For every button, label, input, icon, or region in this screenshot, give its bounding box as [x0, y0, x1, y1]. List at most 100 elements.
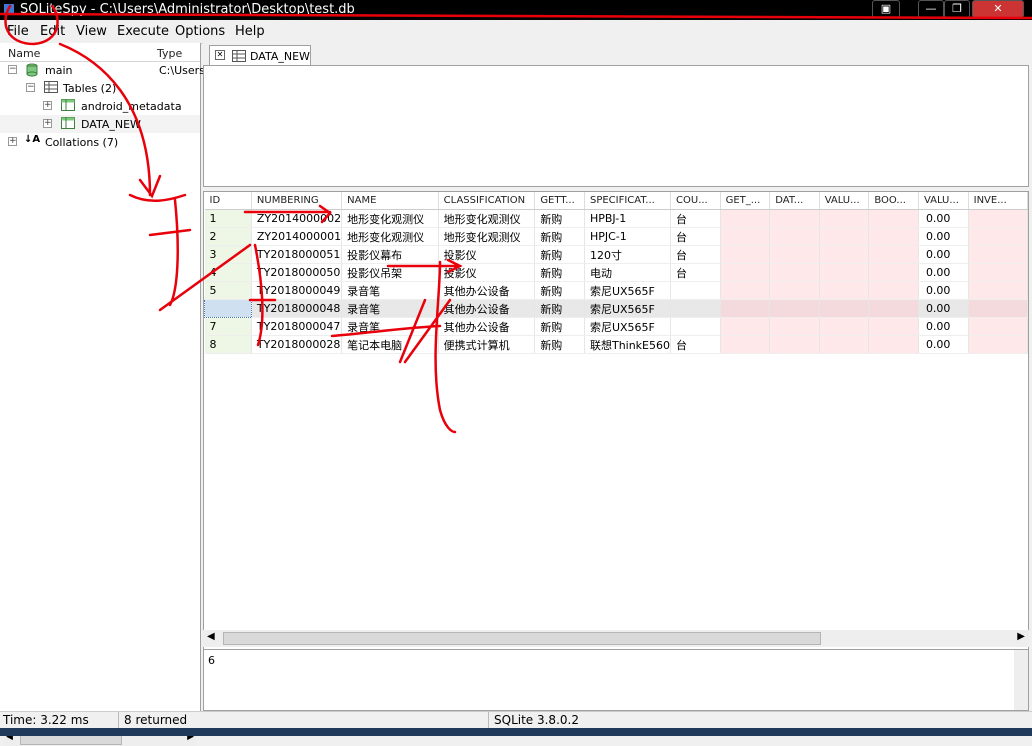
- table-cell[interactable]: [720, 299, 771, 318]
- expand-icon[interactable]: +: [43, 119, 52, 128]
- tree-header-type[interactable]: Type: [157, 47, 182, 60]
- table-cell[interactable]: [868, 227, 919, 246]
- column-header[interactable]: CLASSIFICATION: [438, 192, 536, 210]
- table-cell[interactable]: 录音笔: [341, 281, 439, 300]
- close-button[interactable]: ✕: [972, 0, 1024, 18]
- menu-options[interactable]: Options: [175, 24, 225, 39]
- table-cell[interactable]: [720, 263, 771, 282]
- table-cell[interactable]: 7: [204, 317, 252, 336]
- table-cell[interactable]: [720, 281, 771, 300]
- table-cell[interactable]: [720, 245, 771, 264]
- table-cell[interactable]: 投影仪吊架: [341, 263, 439, 282]
- table-cell[interactable]: 新购: [534, 299, 585, 318]
- tree-item-collations[interactable]: + ↓A Collations (7): [0, 133, 200, 151]
- table-cell[interactable]: TY2018000049: [251, 281, 343, 300]
- table-cell[interactable]: 索尼UX565F: [584, 317, 672, 336]
- table-cell[interactable]: 0.00: [918, 245, 969, 264]
- table-cell[interactable]: 新购: [534, 227, 585, 246]
- table-cell[interactable]: [819, 227, 870, 246]
- table-cell[interactable]: [968, 281, 1028, 300]
- table-cell[interactable]: 索尼UX565F: [584, 281, 672, 300]
- table-cell[interactable]: 地形变化观测仪: [438, 227, 536, 246]
- table-row[interactable]: 5 TY2018000049 录音笔 其他办公设备 新购 索尼UX565F 0.00: [204, 281, 1028, 300]
- table-cell[interactable]: 联想ThinkE560: [584, 335, 672, 354]
- table-row[interactable]: 2 ZY2014000001 地形变化观测仪 地形变化观测仪 新购 HPJC-1 台 0.00: [204, 227, 1028, 246]
- tab-data-new[interactable]: ✕ DATA_NEW: [209, 45, 311, 66]
- scroll-left-icon[interactable]: ◀: [207, 631, 215, 642]
- column-header[interactable]: INVE...: [968, 192, 1028, 210]
- column-header[interactable]: BOO...: [868, 192, 919, 210]
- menu-help[interactable]: Help: [235, 24, 265, 39]
- column-header[interactable]: SPECIFICAT...: [584, 192, 672, 210]
- column-header[interactable]: GET_...: [720, 192, 771, 210]
- table-cell[interactable]: 地形变化观测仪: [341, 209, 439, 228]
- table-cell[interactable]: TY2018000028: [251, 335, 343, 354]
- table-cell[interactable]: [720, 317, 771, 336]
- table-cell[interactable]: 新购: [534, 245, 585, 264]
- table-cell[interactable]: [819, 209, 870, 228]
- table-cell[interactable]: 3: [204, 245, 252, 264]
- table-cell[interactable]: [968, 227, 1028, 246]
- table-cell[interactable]: [720, 227, 771, 246]
- table-cell[interactable]: 台: [670, 245, 721, 264]
- column-header[interactable]: COU...: [670, 192, 721, 210]
- tree-item-tables[interactable]: − Tables (2): [0, 79, 200, 97]
- table-cell[interactable]: 新购: [534, 209, 585, 228]
- table-cell[interactable]: [819, 245, 870, 264]
- table-cell[interactable]: 投影仪: [438, 245, 536, 264]
- table-cell[interactable]: [670, 299, 721, 318]
- table-cell[interactable]: 电动: [584, 263, 672, 282]
- table-cell[interactable]: [769, 227, 820, 246]
- menu-file[interactable]: File: [7, 24, 29, 39]
- column-header[interactable]: NUMBERING: [251, 192, 343, 210]
- table-cell[interactable]: 0.00: [918, 263, 969, 282]
- column-header[interactable]: ID: [204, 192, 252, 210]
- expand-icon[interactable]: +: [43, 101, 52, 110]
- table-cell[interactable]: 录音笔: [341, 317, 439, 336]
- table-row[interactable]: 4 TY2018000050 投影仪吊架 投影仪 新购 电动台 0.00: [204, 263, 1028, 282]
- table-cell[interactable]: 8: [204, 335, 252, 354]
- log-vertical-scrollbar[interactable]: [1014, 650, 1028, 710]
- table-cell[interactable]: 0.00: [918, 335, 969, 354]
- table-row[interactable]: 7 TY2018000047 录音笔 其他办公设备 新购 索尼UX565F 0.00: [204, 317, 1028, 336]
- table-cell[interactable]: 0.00: [918, 281, 969, 300]
- table-row[interactable]: 1 ZY2014000002 地形变化观测仪 地形变化观测仪 新购 HPBJ-1 台 0.00: [204, 209, 1028, 228]
- table-cell[interactable]: 0.00: [918, 317, 969, 336]
- table-cell[interactable]: 地形变化观测仪: [438, 209, 536, 228]
- menu-view[interactable]: View: [76, 24, 107, 39]
- tree-header-name[interactable]: Name: [8, 47, 40, 60]
- table-cell[interactable]: 4: [204, 263, 252, 282]
- tree-item-data-new[interactable]: + DATA_NEW: [0, 115, 200, 133]
- message-log[interactable]: 6: [203, 649, 1029, 711]
- table-cell[interactable]: TY2018000047: [251, 317, 343, 336]
- table-cell[interactable]: TY2018000050: [251, 263, 343, 282]
- table-cell[interactable]: [769, 317, 820, 336]
- table-cell[interactable]: [968, 335, 1028, 354]
- table-cell[interactable]: 其他办公设备: [438, 281, 536, 300]
- minimize-button[interactable]: —: [918, 0, 944, 18]
- table-cell[interactable]: HPBJ-1: [584, 209, 672, 228]
- table-cell[interactable]: [670, 317, 721, 336]
- table-cell[interactable]: 0.00: [918, 299, 969, 318]
- table-cell[interactable]: 投影仪幕布: [341, 245, 439, 264]
- table-cell[interactable]: [819, 281, 870, 300]
- column-header[interactable]: VALU...: [918, 192, 969, 210]
- table-cell[interactable]: 地形变化观测仪: [341, 227, 439, 246]
- table-cell[interactable]: 新购: [534, 281, 585, 300]
- table-cell[interactable]: 台: [670, 227, 721, 246]
- table-cell[interactable]: ZY2014000002: [251, 209, 343, 228]
- menu-edit[interactable]: Edit: [40, 24, 65, 39]
- table-cell[interactable]: [868, 281, 919, 300]
- tree-item-android-metadata[interactable]: + android_metadata: [0, 97, 200, 115]
- table-row[interactable]: TY2018000048 录音笔 其他办公设备 新购 索尼UX565F 0.00: [204, 299, 1028, 318]
- table-cell[interactable]: [819, 299, 870, 318]
- column-header[interactable]: VALU...: [819, 192, 870, 210]
- table-cell[interactable]: [968, 317, 1028, 336]
- table-cell[interactable]: [968, 209, 1028, 228]
- table-cell[interactable]: 1: [204, 209, 252, 228]
- table-cell[interactable]: [720, 335, 771, 354]
- table-cell[interactable]: [968, 263, 1028, 282]
- table-cell[interactable]: 5: [204, 281, 252, 300]
- column-header[interactable]: DAT...: [769, 192, 820, 210]
- table-cell[interactable]: [968, 245, 1028, 264]
